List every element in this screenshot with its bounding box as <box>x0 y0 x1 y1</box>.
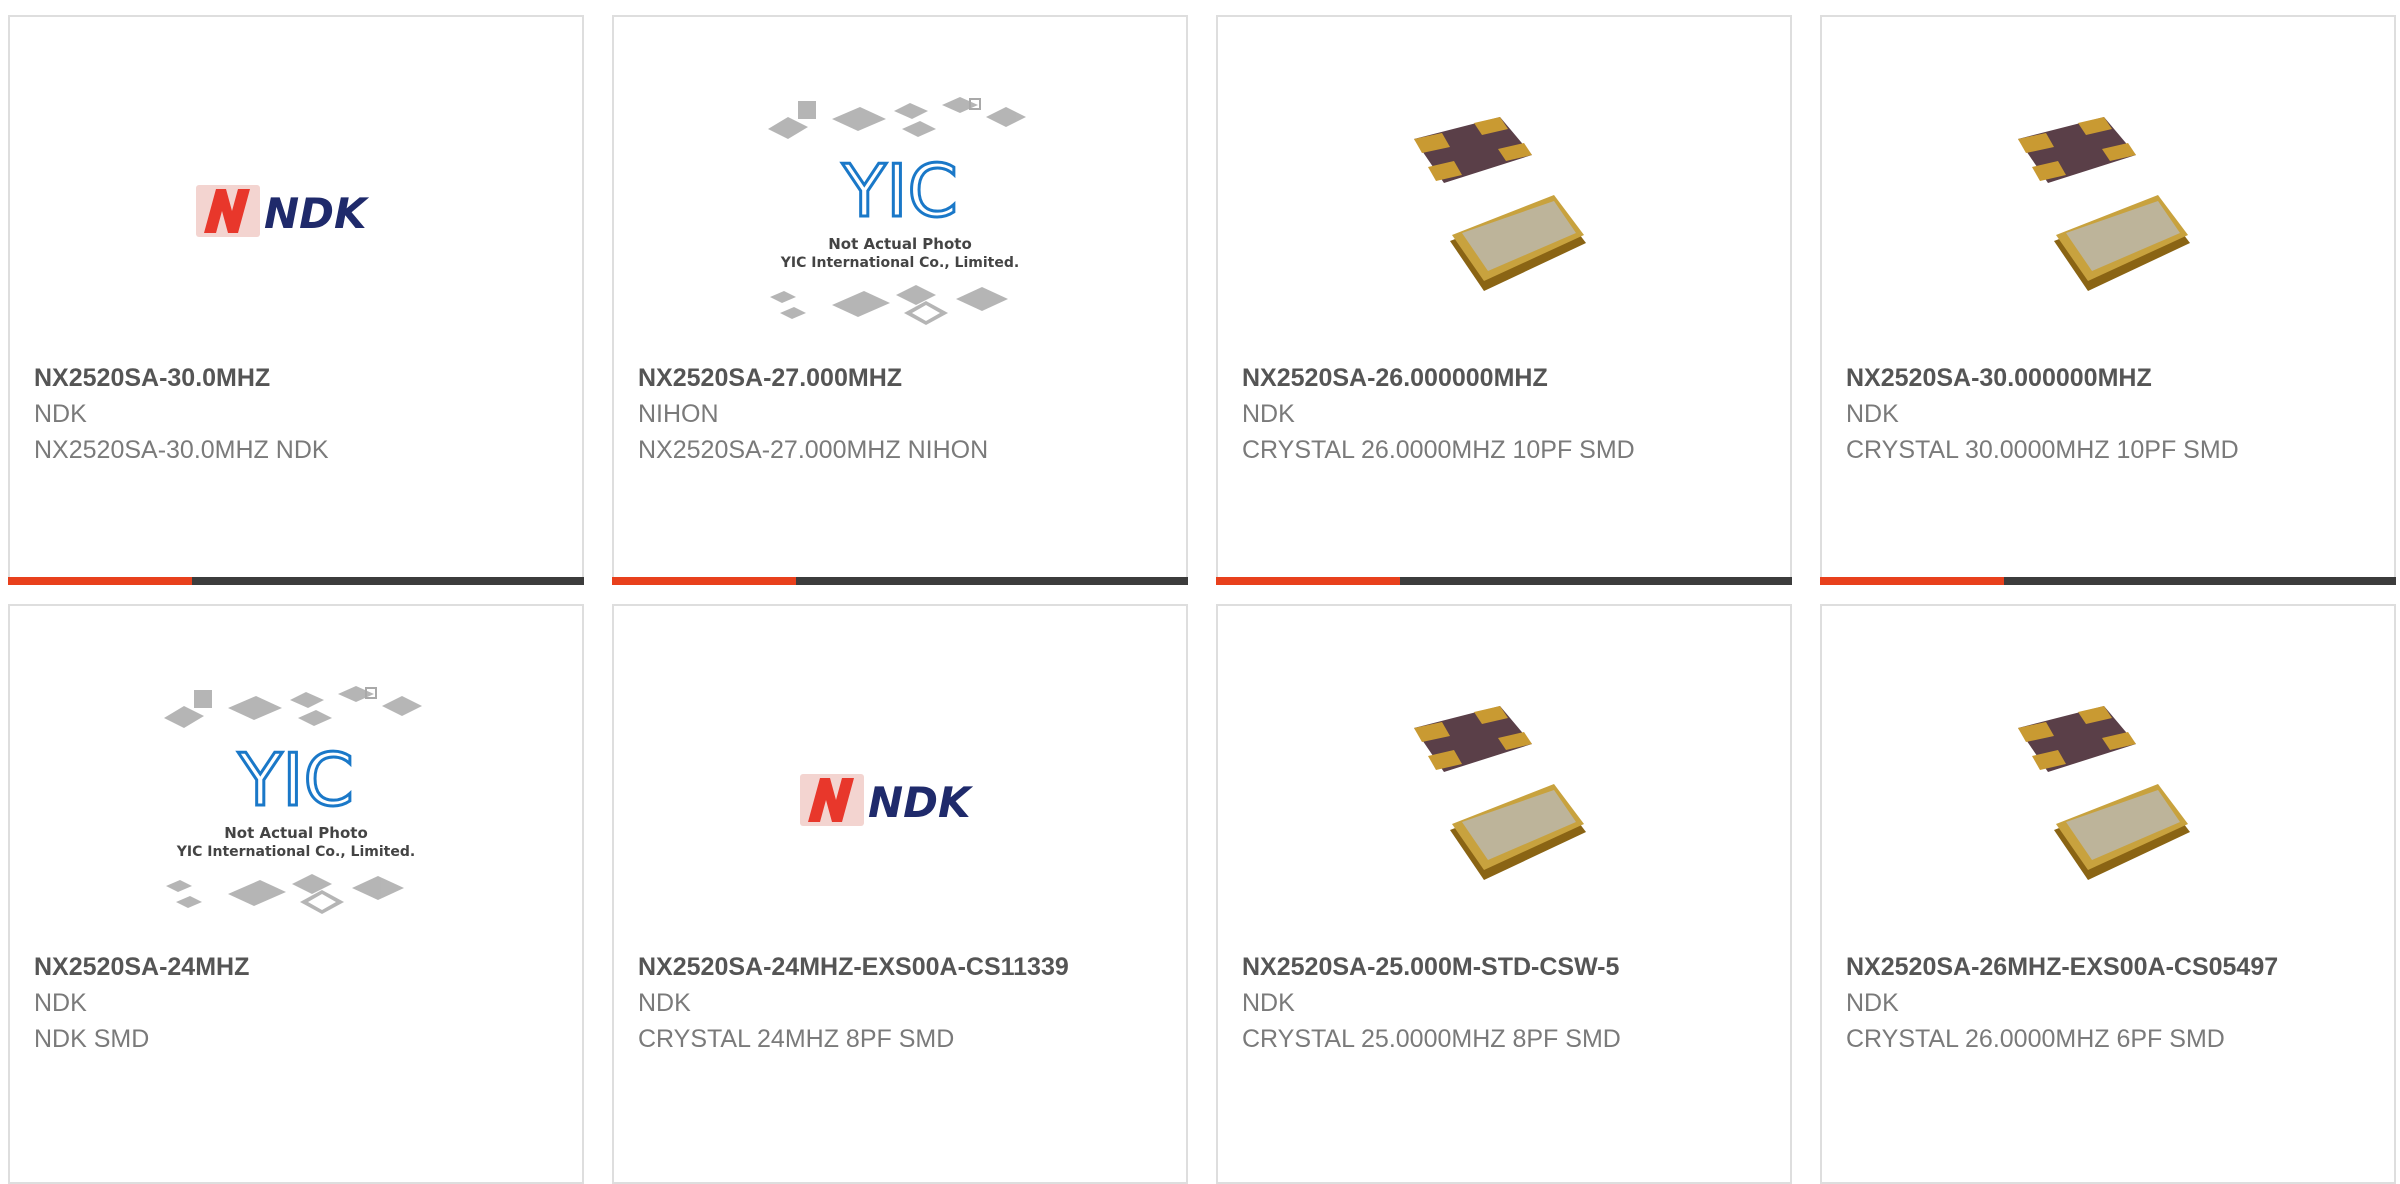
product-description: CRYSTAL 26.0000MHZ 6PF SMD <box>1846 1025 2225 1053</box>
product-card[interactable]: NX2520SA-26MHZ-EXS00A-CS05497 NDK CRYSTA… <box>1820 604 2396 1184</box>
product-card[interactable]: NX2520SA-30.000000MHZ NDK CRYSTAL 30.000… <box>1820 15 2396 585</box>
card-bottom-bar <box>1820 577 2396 585</box>
product-info: NX2520SA-24MHZ NDK NDK SMD <box>34 949 572 1057</box>
part-number-link[interactable]: NX2520SA-30.0MHZ <box>34 360 572 396</box>
product-card[interactable]: NDK NX2520SA-24MHZ-EXS00A-CS11339 NDK CR… <box>612 604 1188 1184</box>
card-bottom-bar <box>1216 577 1792 585</box>
product-description: CRYSTAL 30.0000MHZ 10PF SMD <box>1846 436 2239 464</box>
brand-name: NDK <box>34 989 87 1017</box>
product-card[interactable]: YIC Not Actual Photo YIC International C… <box>8 604 584 1184</box>
product-info: NX2520SA-30.0MHZ NDK NX2520SA-30.0MHZ ND… <box>34 360 572 468</box>
part-number-link[interactable]: NX2520SA-24MHZ <box>34 949 572 985</box>
crystal-icon <box>2018 117 2190 291</box>
card-bottom-bar <box>8 577 584 585</box>
product-image[interactable]: NDK <box>10 61 582 361</box>
brand-name: NDK <box>1242 400 1295 428</box>
ndk-logo-icon: NDK <box>196 185 370 238</box>
product-description: NX2520SA-27.000MHZ NIHON <box>638 436 989 464</box>
product-grid: NDK NX2520SA-30.0MHZ NDK NX2520SA-30.0MH… <box>0 0 2400 1184</box>
brand-name: NIHON <box>638 400 719 428</box>
product-info: NX2520SA-24MHZ-EXS00A-CS11339 NDK CRYSTA… <box>638 949 1176 1057</box>
card-bar-accent <box>1216 577 1400 585</box>
chip-placeholder-icon: YIC Not Actual Photo YIC International C… <box>164 686 422 914</box>
placeholder-company: YIC International Co., Limited. <box>780 255 1019 271</box>
product-card[interactable]: NX2520SA-26.000000MHZ NDK CRYSTAL 26.000… <box>1216 15 1792 585</box>
product-info: NX2520SA-26.000000MHZ NDK CRYSTAL 26.000… <box>1242 360 1780 468</box>
ndk-logo-icon: NDK <box>800 774 974 827</box>
yic-logo-text: YIC <box>841 149 958 233</box>
brand-name: NDK <box>638 989 691 1017</box>
product-info: NX2520SA-30.000000MHZ NDK CRYSTAL 30.000… <box>1846 360 2384 468</box>
product-description: NX2520SA-30.0MHZ NDK <box>34 436 329 464</box>
brand-name: NDK <box>1846 400 1899 428</box>
product-info: NX2520SA-26MHZ-EXS00A-CS05497 NDK CRYSTA… <box>1846 949 2384 1057</box>
yic-logo-text: YIC <box>237 738 354 822</box>
product-image[interactable]: YIC Not Actual Photo YIC International C… <box>10 650 582 950</box>
product-image[interactable]: YIC Not Actual Photo YIC International C… <box>614 61 1186 361</box>
part-number-link[interactable]: NX2520SA-30.000000MHZ <box>1846 360 2384 396</box>
placeholder-company: YIC International Co., Limited. <box>176 844 415 860</box>
product-image[interactable] <box>1218 650 1790 950</box>
product-image[interactable] <box>1218 61 1790 361</box>
card-bottom-bar <box>612 577 1188 585</box>
product-description: CRYSTAL 26.0000MHZ 10PF SMD <box>1242 436 1635 464</box>
brand-name: NDK <box>34 400 87 428</box>
product-description: NDK SMD <box>34 1025 150 1053</box>
part-number-link[interactable]: NX2520SA-25.000M-STD-CSW-5 <box>1242 949 1780 985</box>
ndk-logo-text: NDK <box>868 778 974 827</box>
card-bar-accent <box>8 577 192 585</box>
product-info: NX2520SA-27.000MHZ NIHON NX2520SA-27.000… <box>638 360 1176 468</box>
card-bar-accent <box>612 577 796 585</box>
product-card[interactable]: NX2520SA-25.000M-STD-CSW-5 NDK CRYSTAL 2… <box>1216 604 1792 1184</box>
part-number-link[interactable]: NX2520SA-26.000000MHZ <box>1242 360 1780 396</box>
brand-name: NDK <box>1242 989 1295 1017</box>
product-image[interactable] <box>1822 650 2394 950</box>
product-card[interactable]: NDK NX2520SA-30.0MHZ NDK NX2520SA-30.0MH… <box>8 15 584 585</box>
ndk-logo-text: NDK <box>264 189 370 238</box>
chip-placeholder-icon: YIC Not Actual Photo YIC International C… <box>768 97 1026 325</box>
crystal-icon <box>2018 706 2190 880</box>
part-number-link[interactable]: NX2520SA-27.000MHZ <box>638 360 1176 396</box>
part-number-link[interactable]: NX2520SA-26MHZ-EXS00A-CS05497 <box>1846 949 2384 985</box>
placeholder-caption: Not Actual Photo <box>828 235 972 253</box>
crystal-icon <box>1414 706 1586 880</box>
crystal-icon <box>1414 117 1586 291</box>
product-description: CRYSTAL 24MHZ 8PF SMD <box>638 1025 955 1053</box>
product-image[interactable]: NDK <box>614 650 1186 950</box>
brand-name: NDK <box>1846 989 1899 1017</box>
placeholder-caption: Not Actual Photo <box>224 824 368 842</box>
product-description: CRYSTAL 25.0000MHZ 8PF SMD <box>1242 1025 1621 1053</box>
product-info: NX2520SA-25.000M-STD-CSW-5 NDK CRYSTAL 2… <box>1242 949 1780 1057</box>
product-card[interactable]: YIC Not Actual Photo YIC International C… <box>612 15 1188 585</box>
part-number-link[interactable]: NX2520SA-24MHZ-EXS00A-CS11339 <box>638 949 1176 985</box>
card-bar-accent <box>1820 577 2004 585</box>
product-image[interactable] <box>1822 61 2394 361</box>
